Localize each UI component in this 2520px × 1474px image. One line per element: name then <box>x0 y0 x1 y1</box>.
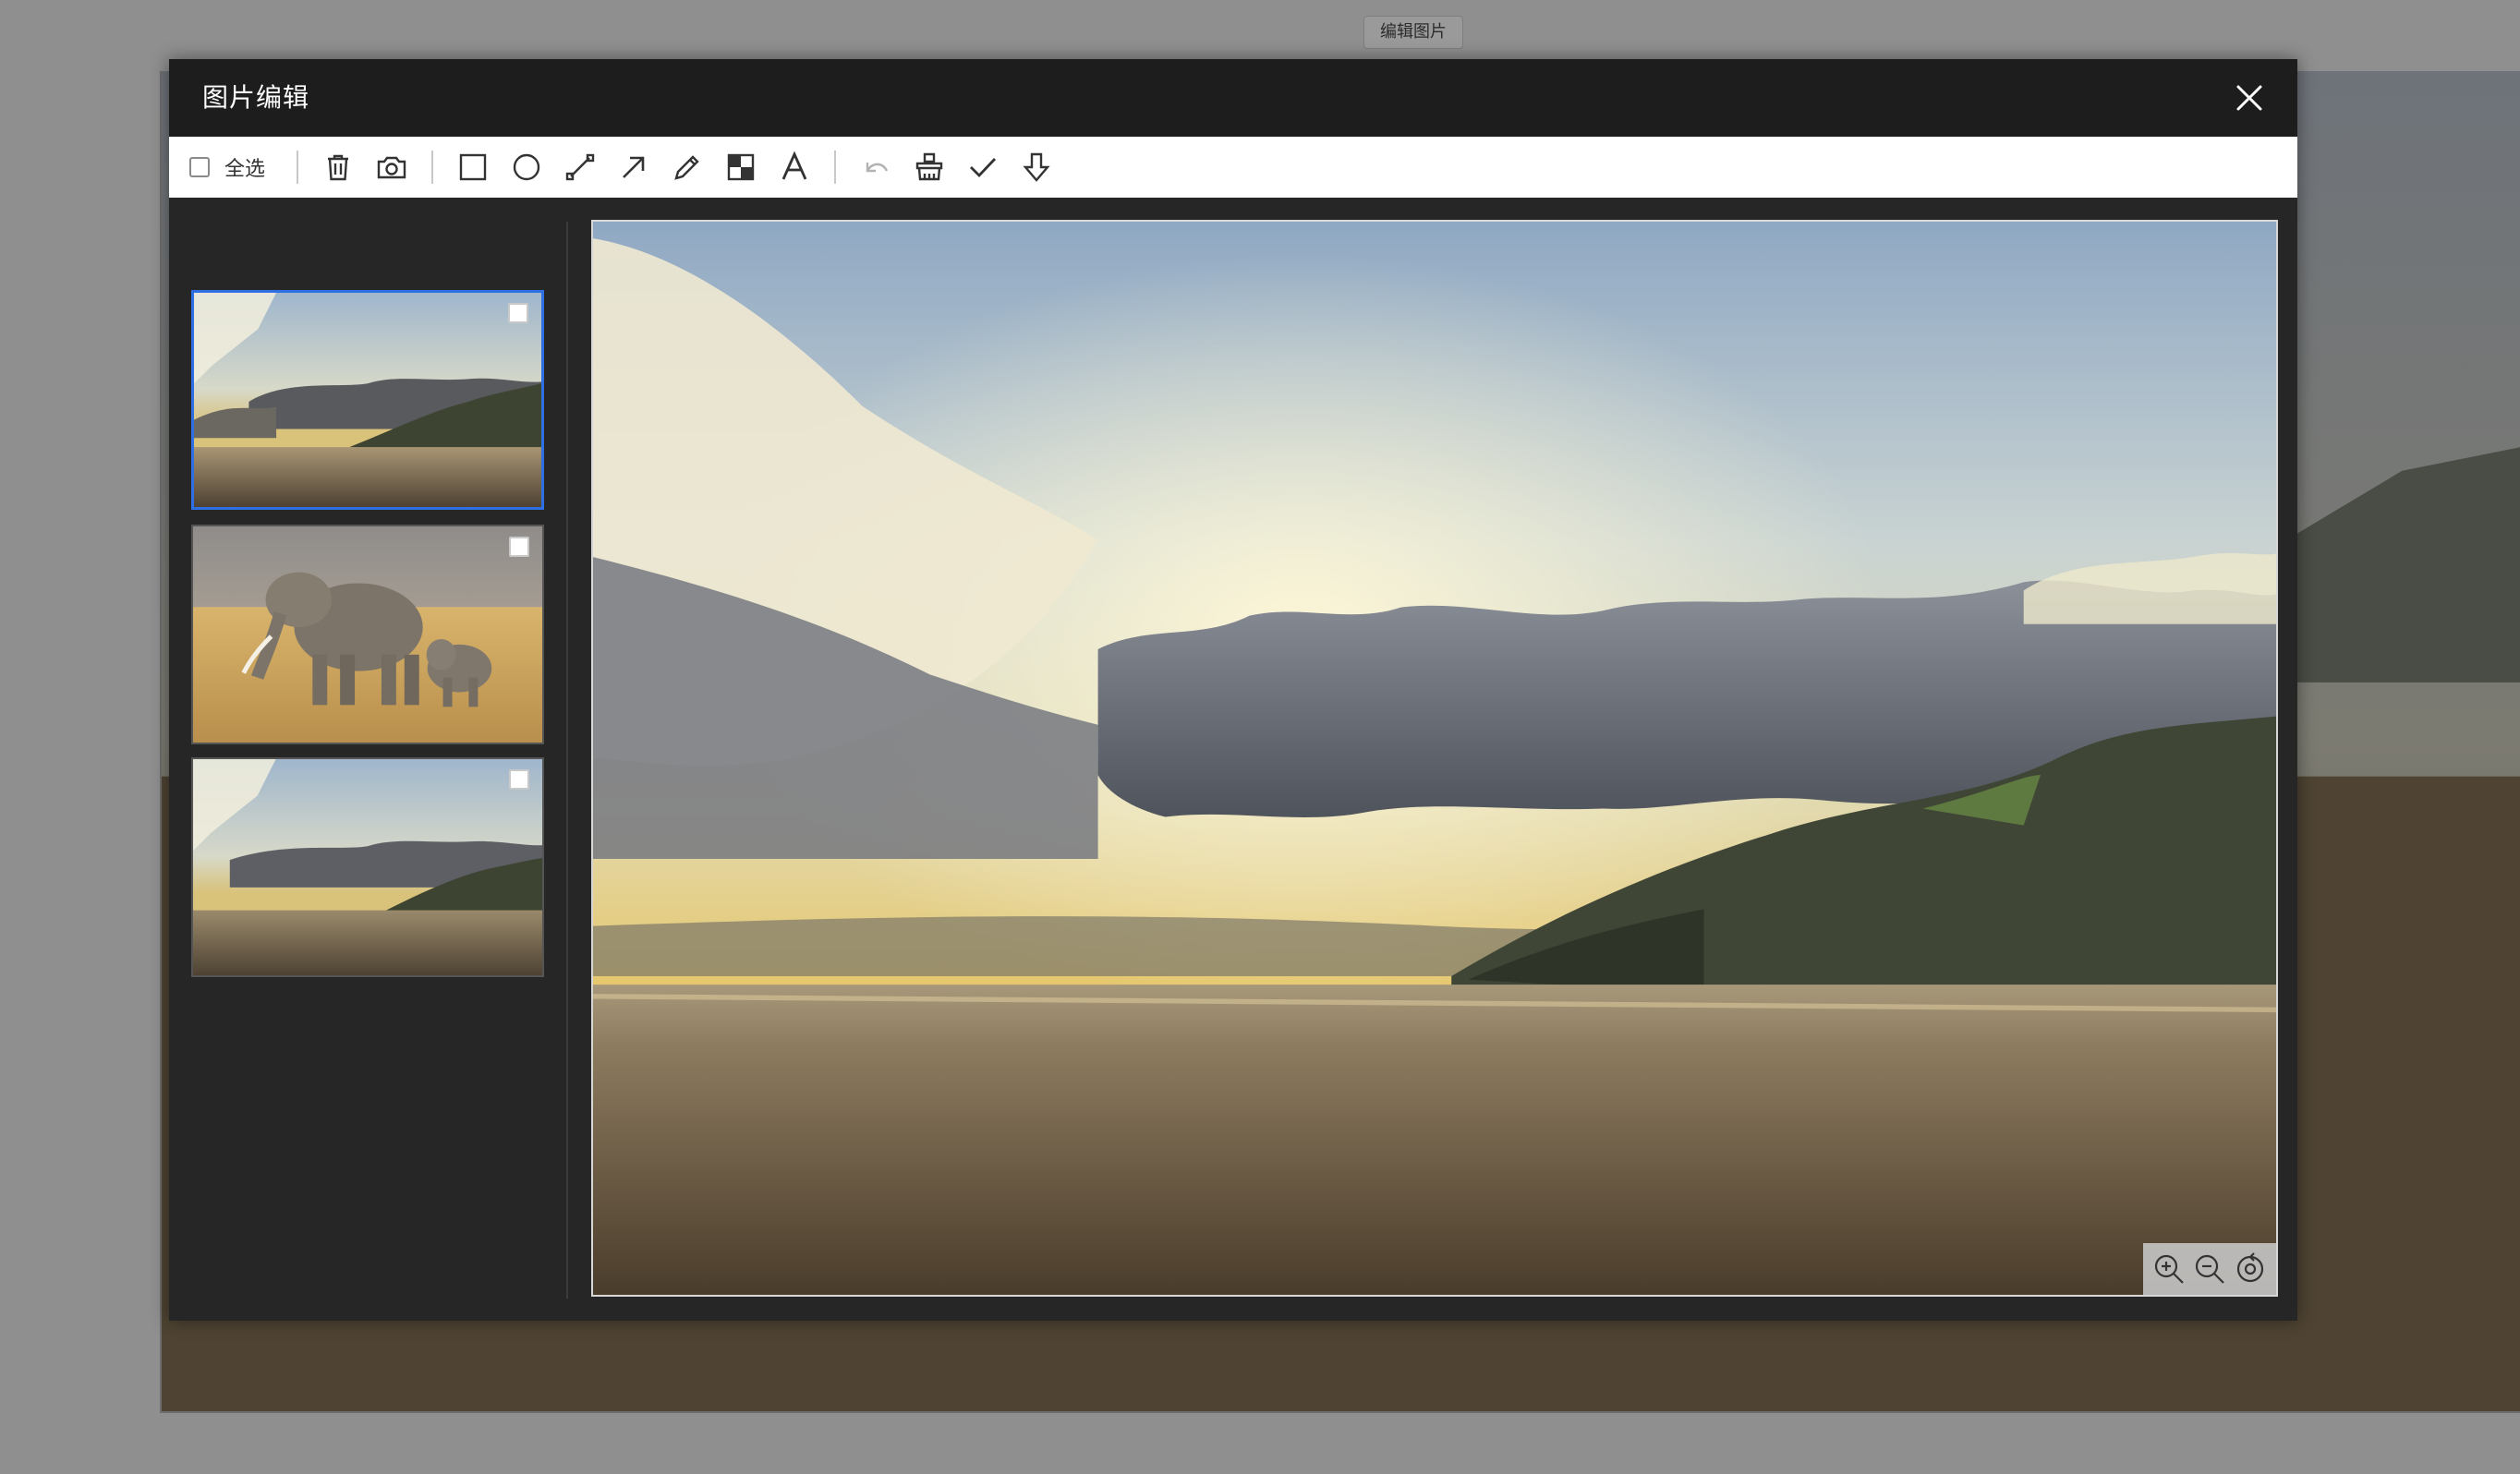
zoom-out-icon <box>2195 1254 2224 1284</box>
circle-icon <box>513 153 540 181</box>
confirm-button[interactable] <box>956 144 1010 190</box>
undo-button[interactable] <box>849 144 903 190</box>
main-image-canvas[interactable] <box>591 220 2278 1297</box>
rectangle-icon <box>459 153 487 181</box>
trash-icon <box>328 154 349 181</box>
beach-sunset-thumbnail <box>193 759 542 975</box>
thumbnail-checkbox[interactable] <box>508 303 528 323</box>
mosaic-tool-button[interactable] <box>714 144 768 190</box>
zoom-in-icon <box>2154 1254 2184 1284</box>
zoom-out-button[interactable] <box>2192 1251 2227 1287</box>
panel-divider <box>566 222 568 1299</box>
check-icon <box>970 158 997 178</box>
camera-icon <box>377 156 406 179</box>
delete-button[interactable] <box>311 144 365 190</box>
elephants-thumbnail <box>193 526 542 743</box>
screenshot-button[interactable] <box>365 144 418 190</box>
dialog-title: 图片编辑 <box>202 82 310 113</box>
eraser-icon <box>915 152 943 181</box>
image-editor-dialog: 图片编辑 全选 <box>169 59 2297 1321</box>
edit-image-button[interactable]: 编辑图片 <box>1363 16 1463 49</box>
pencil-icon <box>674 155 699 180</box>
download-button[interactable] <box>1010 144 1063 190</box>
clear-button[interactable] <box>903 144 956 190</box>
ellipse-tool-button[interactable] <box>500 144 553 190</box>
dialog-header: 图片编辑 <box>169 59 2297 137</box>
arrow-icon <box>623 156 645 178</box>
thumbnail-list <box>169 198 568 1289</box>
line-tool-button[interactable] <box>553 144 607 190</box>
toolbar-separator <box>297 151 299 184</box>
editor-toolbar: 全选 <box>169 137 2297 198</box>
close-button[interactable] <box>2231 79 2268 116</box>
close-icon <box>2236 85 2262 111</box>
thumbnail-checkbox[interactable] <box>509 769 529 790</box>
beach-sunset-image <box>593 222 2276 1295</box>
toolbar-separator <box>834 151 837 184</box>
line-icon <box>565 153 595 181</box>
toolbar-separator <box>431 151 434 184</box>
text-tool-button[interactable] <box>768 144 821 190</box>
thumbnail-3[interactable] <box>191 757 544 977</box>
beach-sunset-thumbnail <box>194 293 541 507</box>
thumbnail-1[interactable] <box>191 290 544 510</box>
select-all-control[interactable]: 全选 <box>189 152 265 182</box>
undo-icon <box>866 163 889 173</box>
zoom-in-button[interactable] <box>2151 1251 2187 1287</box>
mosaic-icon <box>727 153 755 181</box>
pencil-tool-button[interactable] <box>660 144 714 190</box>
reset-icon <box>2236 1252 2264 1283</box>
rectangle-tool-button[interactable] <box>446 144 500 190</box>
zoom-controls <box>2143 1243 2276 1295</box>
download-icon <box>1023 152 1050 182</box>
arrow-tool-button[interactable] <box>607 144 660 190</box>
reset-zoom-button[interactable] <box>2233 1251 2268 1287</box>
thumbnail-checkbox[interactable] <box>509 537 529 557</box>
text-icon <box>781 151 807 180</box>
select-all-checkbox[interactable] <box>189 157 210 177</box>
thumbnail-2[interactable] <box>191 525 544 744</box>
select-all-label: 全选 <box>224 158 266 181</box>
